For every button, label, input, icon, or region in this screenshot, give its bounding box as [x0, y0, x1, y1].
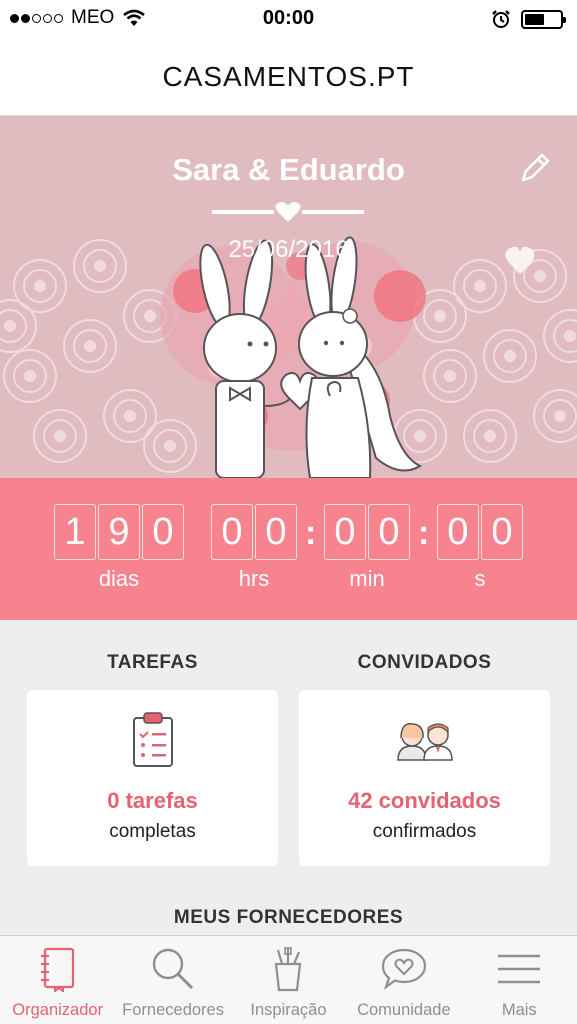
- guests-subtitle: confirmados: [372, 821, 477, 842]
- app-header: CASAMENTOS.PT: [0, 38, 577, 116]
- vendors-title: MEUS FORNECEDORES: [173, 907, 404, 928]
- battery-icon: [521, 9, 566, 29]
- tab-organizador[interactable]: Organizador: [0, 936, 115, 1024]
- couple-names: Sara & Eduardo: [172, 152, 405, 187]
- countdown-digit: 0: [255, 504, 297, 560]
- tasks-title: TAREFAS: [107, 652, 198, 673]
- guests-count: 42 convidados: [348, 788, 501, 813]
- tasks-card[interactable]: 0 tarefas completas: [27, 690, 278, 866]
- guests-couple-icon: [396, 723, 453, 761]
- countdown-digit: 9: [98, 504, 140, 560]
- alarm-clock-icon: [492, 10, 510, 28]
- countdown-digit: 1: [54, 504, 96, 560]
- countdown-digit: 0: [481, 504, 523, 560]
- tab-label: Inspiração: [250, 1001, 327, 1019]
- status-right: [491, 9, 566, 29]
- tab-label: Fornecedores: [122, 1001, 224, 1019]
- countdown-digit: 0: [437, 504, 479, 560]
- seconds-label: s: [474, 566, 486, 591]
- tab-mais[interactable]: Mais: [462, 936, 577, 1024]
- tasks-count: 0 tarefas: [107, 788, 198, 813]
- countdown-panel: 1 9 0 0 0 : 0 0 : 0 0 dias hrs min s: [0, 478, 577, 620]
- search-icon: [152, 948, 194, 990]
- minutes-label: min: [349, 566, 385, 591]
- countdown-separator: :: [418, 514, 430, 552]
- guests-title: CONVIDADOS: [357, 652, 492, 673]
- tab-label: Mais: [501, 1001, 537, 1019]
- days-label: dias: [98, 566, 140, 591]
- hero-banner: Sara & Eduardo 25/06/2016: [0, 116, 577, 478]
- countdown-digit: 0: [324, 504, 366, 560]
- wedding-date: 25/06/2016: [228, 236, 349, 263]
- chat-heart-icon: [381, 948, 426, 990]
- countdown-separator: :: [305, 514, 317, 552]
- countdown-minutes: 0 0: [324, 504, 410, 560]
- countdown-seconds: 0 0: [437, 504, 523, 560]
- menu-icon: [498, 954, 541, 984]
- tasks-subtitle: completas: [109, 821, 196, 842]
- clipboard-checklist-icon: [132, 712, 173, 767]
- countdown-hours: 0 0: [211, 504, 297, 560]
- pencil-edit-icon[interactable]: [517, 150, 553, 186]
- countdown-digit: 0: [142, 504, 184, 560]
- guests-card[interactable]: 42 convidados confirmados: [299, 690, 550, 866]
- tab-bar: Organizador Fornecedores Inspiração Comu…: [0, 935, 577, 1024]
- brush-cup-icon: [275, 947, 302, 992]
- app-title: CASAMENTOS.PT: [162, 60, 415, 92]
- tab-inspiracao[interactable]: Inspiração: [231, 936, 346, 1024]
- hours-label: hrs: [238, 566, 270, 591]
- countdown-digit: 0: [211, 504, 253, 560]
- countdown-digit: 0: [368, 504, 410, 560]
- tab-label: Comunidade: [357, 1001, 451, 1019]
- tab-label: Organizador: [12, 1001, 104, 1019]
- countdown-days: 1 9 0: [54, 504, 184, 560]
- tab-comunidade[interactable]: Comunidade: [346, 936, 461, 1024]
- status-bar: MEO 00:00: [0, 0, 577, 38]
- notebook-icon: [40, 947, 74, 992]
- tab-fornecedores[interactable]: Fornecedores: [115, 936, 230, 1024]
- heart-divider-icon: [212, 202, 364, 222]
